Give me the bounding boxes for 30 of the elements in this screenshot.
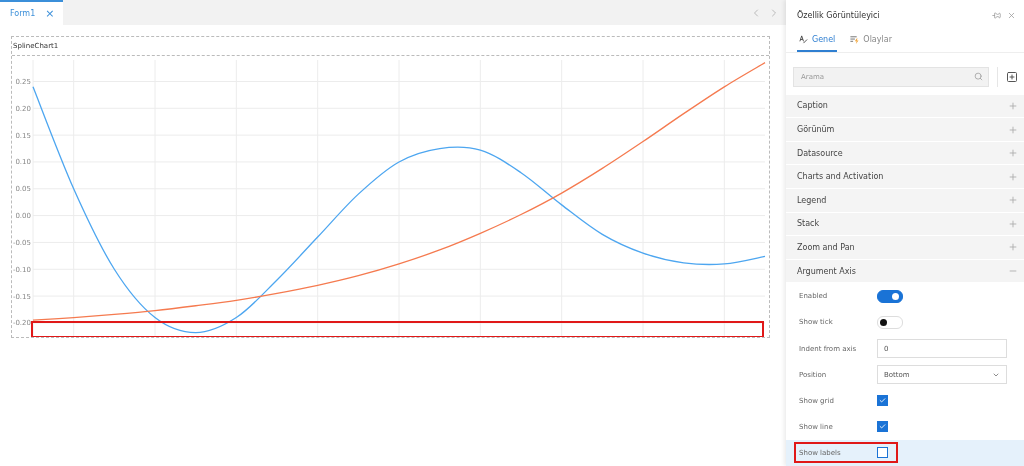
text-style-icon bbox=[799, 34, 808, 44]
checkbox[interactable] bbox=[877, 421, 888, 433]
expand-icon[interactable] bbox=[1008, 242, 1018, 253]
expand-icon[interactable] bbox=[1008, 101, 1018, 111]
search-icon[interactable] bbox=[974, 71, 983, 81]
category-header[interactable]: Stack bbox=[786, 212, 1024, 237]
close-button[interactable]: × bbox=[45, 7, 55, 20]
panel-tab[interactable]: Olaylar bbox=[847, 31, 894, 52]
list-lightning-icon bbox=[849, 34, 860, 44]
category-header[interactable]: Legend bbox=[786, 189, 1024, 213]
toggle-switch[interactable] bbox=[877, 289, 903, 303]
category-header[interactable]: Charts and Activation bbox=[786, 165, 1024, 189]
expand-icon[interactable] bbox=[1008, 171, 1018, 182]
category-header[interactable]: Zoom and Pan bbox=[786, 236, 1024, 260]
expand-icon[interactable] bbox=[1008, 148, 1018, 159]
category-header[interactable]: Datasource bbox=[786, 141, 1024, 166]
checkbox[interactable] bbox=[877, 395, 888, 407]
expand-icon[interactable] bbox=[1008, 218, 1018, 229]
checkbox[interactable] bbox=[877, 447, 888, 459]
close-icon[interactable] bbox=[1007, 11, 1016, 21]
expand-icon[interactable] bbox=[1008, 195, 1018, 206]
category-header[interactable]: Argument Axis bbox=[786, 259, 1024, 284]
panel-title: Özellik Görüntüleyici bbox=[797, 11, 880, 21]
document-tab[interactable]: Form1 × bbox=[0, 0, 64, 25]
panel-tab[interactable]: Genel bbox=[797, 31, 838, 52]
add-icon[interactable] bbox=[1006, 70, 1018, 83]
category-header[interactable]: Caption bbox=[786, 94, 1024, 119]
category-header[interactable]: Görünüm bbox=[786, 118, 1024, 142]
expand-icon[interactable] bbox=[1008, 124, 1018, 135]
pin-icon[interactable] bbox=[992, 11, 1001, 21]
